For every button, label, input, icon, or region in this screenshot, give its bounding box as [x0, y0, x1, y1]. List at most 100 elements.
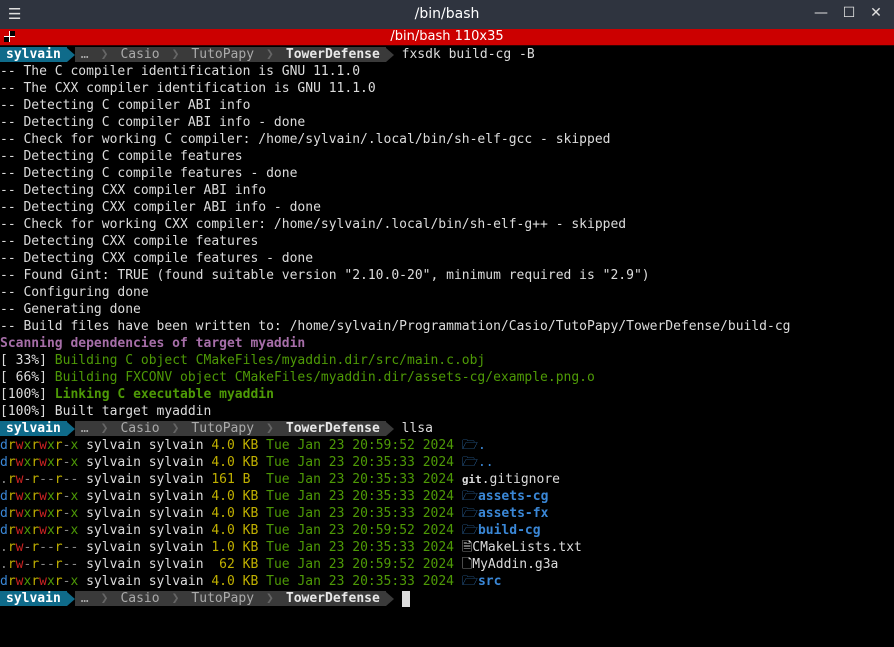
listing-row: drwxrwxr-x sylvain sylvain 4.0 KB Tue Ja…: [0, 488, 894, 505]
file-owner: sylvain: [86, 472, 141, 487]
file-date: Tue Jan 23 20:35:33 2024: [266, 574, 454, 589]
folder-open-icon: 🗁: [461, 523, 478, 538]
output-line: -- Found Gint: TRUE (found suitable vers…: [0, 268, 650, 283]
directory-listing: drwxrwxr-x sylvain sylvain 4.0 KB Tue Ja…: [0, 437, 894, 590]
git-icon: git: [461, 473, 482, 486]
file-size: 4.0 KB: [211, 455, 259, 470]
output-line: -- Check for working C compiler: /home/s…: [0, 132, 611, 147]
build-step-line: [ 66%] Building FXCONV object CMakeFiles…: [0, 369, 894, 386]
output-line: -- Detecting CXX compiler ABI info - don…: [0, 200, 321, 215]
chevron-right-icon: ❯: [94, 421, 115, 436]
prompt-path-segment: Casio: [114, 47, 166, 62]
prompt-path-segment: Casio: [114, 421, 166, 436]
terminal-area[interactable]: sylvain… ❯ Casio ❯ TutoPapy ❯ TowerDefense fxs…: [0, 46, 894, 647]
build-step-line: [ 33%] Building C object CMakeFiles/myad…: [0, 352, 894, 369]
file-owner: sylvain: [86, 506, 141, 521]
file-group: sylvain: [148, 557, 204, 572]
file-size: 1.0 KB: [211, 540, 259, 555]
build-message: Building FXCONV object CMakeFiles/myaddi…: [54, 370, 595, 385]
file-date: Tue Jan 23 20:59:52 2024: [266, 557, 454, 572]
file-owner: sylvain: [86, 523, 141, 538]
shell-prompt: sylvain… ❯ Casio ❯ TutoPapy ❯ TowerDefense: [0, 590, 894, 607]
file-name[interactable]: assets-fx: [478, 506, 548, 521]
file-name[interactable]: ..: [478, 455, 494, 470]
file-name[interactable]: assets-cg: [478, 489, 548, 504]
chevron-right-icon: ❯: [260, 47, 280, 62]
command-text: fxsdk build-cg -B: [401, 47, 535, 62]
prompt-path-segment: TutoPapy: [185, 47, 261, 62]
close-icon[interactable]: ✕: [867, 5, 885, 21]
prompt-path-segment: TutoPapy: [185, 591, 261, 606]
listing-row: drwxrwxr-x sylvain sylvain 4.0 KB Tue Ja…: [0, 454, 894, 471]
build-message: Linking C executable myaddin: [54, 387, 274, 402]
prompt-user: sylvain: [0, 591, 67, 606]
chevron-right-icon: ❯: [260, 591, 280, 606]
output-line: -- Detecting C compiler ABI info - done: [0, 115, 306, 130]
file-group: sylvain: [148, 523, 204, 538]
listing-row: drwxrwxr-x sylvain sylvain 4.0 KB Tue Ja…: [0, 505, 894, 522]
folder-open-icon: 🗁: [461, 506, 478, 521]
file-permissions: drwxrwxr-x: [0, 455, 79, 470]
build-done-line: [100%] Built target myaddin: [0, 404, 212, 419]
prompt-path-segment: Casio: [114, 591, 166, 606]
file-group: sylvain: [148, 438, 204, 453]
tab-title: /bin/bash 110x35: [390, 29, 504, 44]
build-step-line: [100%] Linking C executable myaddin: [0, 386, 894, 403]
folder-open-icon: 🗁: [461, 489, 478, 504]
folder-open-icon: 🗁: [461, 455, 478, 470]
file-date: Tue Jan 23 20:35:33 2024: [266, 472, 454, 487]
file-group: sylvain: [148, 540, 204, 555]
file-name[interactable]: src: [478, 574, 501, 589]
prompt-separator-icon: [66, 422, 75, 436]
window-title: /bin/bash: [414, 6, 480, 22]
file-name[interactable]: .gitignore: [482, 472, 560, 487]
output-line: -- Detecting C compiler ABI info: [0, 98, 251, 113]
minimize-icon[interactable]: —: [812, 5, 830, 21]
prompt-ellipsis: …: [74, 421, 95, 436]
file-group: sylvain: [148, 472, 204, 487]
chevron-right-icon: ❯: [260, 421, 280, 436]
file-group: sylvain: [148, 574, 204, 589]
listing-row: .rw-r--r-- sylvain sylvain 62 KB Tue Jan…: [0, 556, 894, 573]
chevron-right-icon: ❯: [165, 591, 186, 606]
file-permissions: .rw-r--r--: [0, 557, 79, 572]
output-line: -- Generating done: [0, 302, 141, 317]
file-size: 4.0 KB: [211, 523, 259, 538]
file-date: Tue Jan 23 20:59:52 2024: [266, 523, 454, 538]
file-permissions: .rw-r--r--: [0, 540, 79, 555]
file-date: Tue Jan 23 20:35:33 2024: [266, 540, 454, 555]
build-percent: [ 33%]: [0, 353, 55, 368]
shell-prompt: sylvain… ❯ Casio ❯ TutoPapy ❯ TowerDefense fxs…: [0, 46, 894, 63]
file-name[interactable]: .: [478, 438, 486, 453]
listing-row: drwxrwxr-x sylvain sylvain 4.0 KB Tue Ja…: [0, 522, 894, 539]
listing-row: .rw-r--r-- sylvain sylvain 1.0 KB Tue Ja…: [0, 539, 894, 556]
file-date: Tue Jan 23 20:35:33 2024: [266, 455, 454, 470]
terminal-tab[interactable]: /bin/bash 110x35: [0, 29, 894, 46]
output-line: -- Detecting CXX compiler ABI info: [0, 183, 267, 198]
text-file-icon: 🗎: [461, 540, 473, 555]
file-owner: sylvain: [86, 489, 141, 504]
listing-row: drwxrwxr-x sylvain sylvain 4.0 KB Tue Ja…: [0, 573, 894, 590]
command-text: llsa: [401, 421, 433, 436]
file-permissions: drwxrwxr-x: [0, 489, 79, 504]
text-cursor[interactable]: [401, 590, 410, 607]
output-line: -- Configuring done: [0, 285, 149, 300]
build-percent: [100%]: [0, 387, 55, 402]
file-permissions: drwxrwxr-x: [0, 438, 79, 453]
file-size: 4.0 KB: [211, 438, 259, 453]
file-permissions: drwxrwxr-x: [0, 574, 79, 589]
file-name[interactable]: CMakeLists.txt: [472, 540, 582, 555]
output-line: -- Detecting CXX compile features - done: [0, 251, 314, 266]
listing-row: drwxrwxr-x sylvain sylvain 4.0 KB Tue Ja…: [0, 437, 894, 454]
file-name[interactable]: build-cg: [478, 523, 541, 538]
output-line: -- Build files have been written to: /ho…: [0, 319, 791, 334]
chevron-right-icon: ❯: [94, 47, 115, 62]
file-size: 4.0 KB: [211, 489, 259, 504]
file-date: Tue Jan 23 20:35:33 2024: [266, 489, 454, 504]
maximize-icon[interactable]: ☐: [840, 5, 858, 21]
file-name[interactable]: MyAddin.g3a: [472, 557, 558, 572]
file-group: sylvain: [148, 489, 204, 504]
chevron-right-icon: ❯: [165, 47, 186, 62]
file-owner: sylvain: [86, 557, 141, 572]
prompt-user: sylvain: [0, 421, 67, 436]
